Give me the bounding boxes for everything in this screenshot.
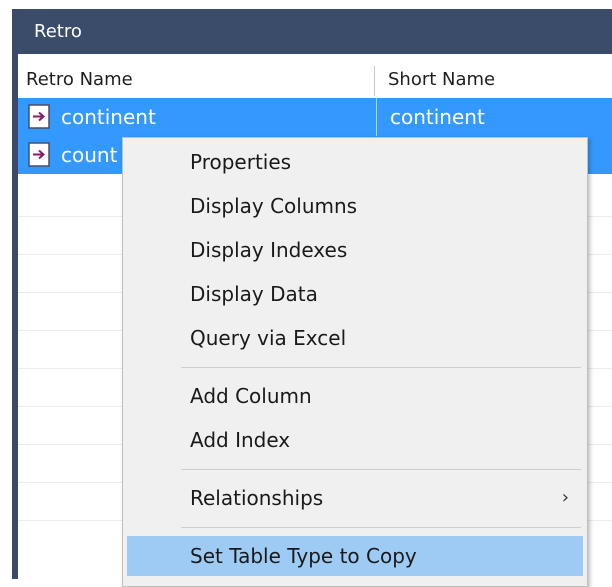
menu-item-display-data[interactable]: Display Data: [123, 274, 587, 314]
menu-item-label: Display Data: [190, 282, 318, 306]
row-retro-name: count: [61, 143, 118, 167]
menu-item-properties[interactable]: Properties: [123, 142, 587, 182]
menu-item-add-column[interactable]: Add Column: [123, 376, 587, 416]
menu-item-label: Add Column: [190, 384, 312, 408]
menu-item-set-table-type-to-copy[interactable]: Set Table Type to Copy: [127, 536, 583, 576]
column-header: Retro Name Short Name: [18, 62, 612, 99]
column-header-short-name[interactable]: Short Name: [388, 62, 495, 98]
menu-item-label: Display Columns: [190, 194, 358, 218]
menu-item-query-via-excel[interactable]: Query via Excel: [123, 318, 587, 358]
menu-item-label: Properties: [190, 150, 292, 174]
row-retro-name: continent: [61, 105, 156, 129]
menu-item-label: Query via Excel: [190, 326, 347, 350]
window-title: Retro: [18, 9, 612, 54]
menu-item-display-columns[interactable]: Display Columns: [123, 186, 587, 226]
table-arrow-icon: [28, 104, 50, 129]
column-header-retro-name[interactable]: Retro Name: [26, 62, 133, 98]
menu-item-label: Display Indexes: [190, 238, 348, 262]
column-separator[interactable]: [374, 66, 375, 96]
table-row[interactable]: continent continent: [18, 98, 612, 136]
chevron-right-icon: ›: [561, 487, 569, 508]
menu-item-add-index[interactable]: Add Index: [123, 420, 587, 460]
menu-separator: [181, 367, 581, 368]
row-short-name: continent: [390, 105, 485, 129]
cell-separator: [376, 98, 377, 136]
menu-item-label: Set Table Type to Copy: [190, 544, 417, 568]
menu-item-display-indexes[interactable]: Display Indexes: [123, 230, 587, 270]
menu-item-label: Relationships: [190, 486, 324, 510]
context-menu: Properties Display Columns Display Index…: [122, 137, 588, 587]
menu-separator: [181, 527, 581, 528]
menu-separator: [181, 469, 581, 470]
menu-item-label: Add Index: [190, 428, 291, 452]
menu-item-relationships[interactable]: Relationships ›: [123, 478, 587, 518]
table-arrow-icon: [28, 142, 50, 167]
